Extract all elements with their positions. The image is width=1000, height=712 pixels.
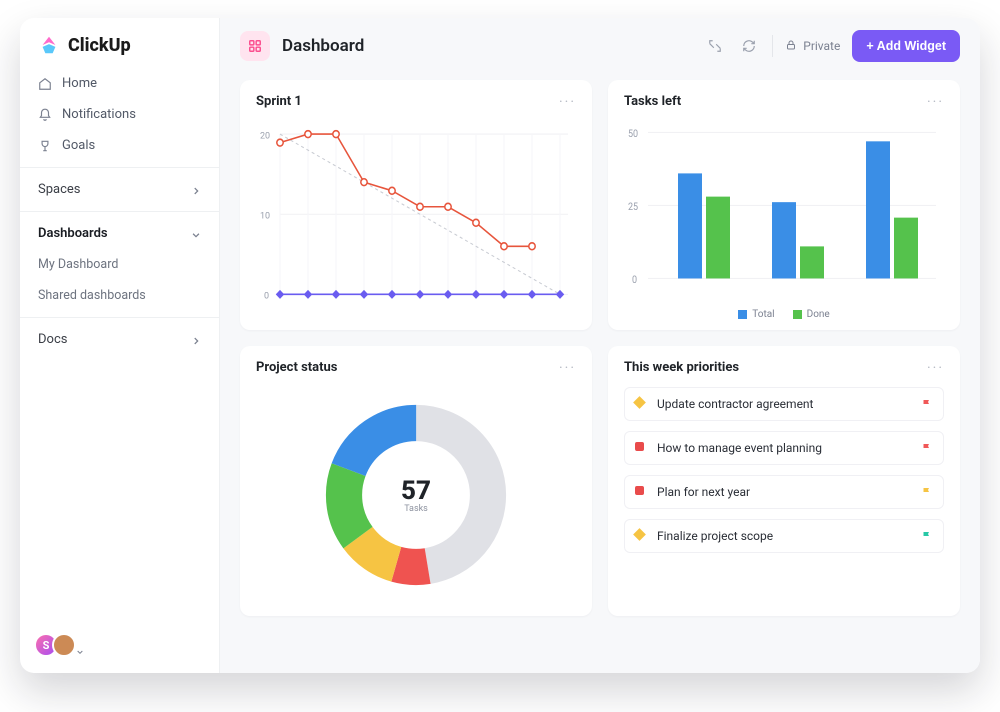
legend-total: Total	[752, 309, 774, 320]
brand-name: ClickUp	[68, 35, 131, 56]
priority-item[interactable]: Finalize project scope	[624, 519, 944, 553]
dashboard-chip-icon	[240, 31, 270, 61]
priority-item[interactable]: Update contractor agreement	[624, 387, 944, 421]
sidebar-section-docs[interactable]: Docs	[20, 324, 219, 355]
sidebar-item-label: Goals	[62, 138, 95, 153]
sidebar-section-dashboards[interactable]: Dashboards	[20, 218, 219, 249]
priority-icon	[635, 530, 647, 542]
svg-text:10: 10	[260, 210, 270, 221]
tasks-left-chart: 50 25 0	[624, 117, 944, 305]
donut-center: 57 Tasks	[401, 476, 431, 514]
home-icon	[38, 77, 52, 91]
priority-item[interactable]: Plan for next year	[624, 475, 944, 509]
flag-icon	[921, 530, 933, 542]
widget-project-status: Project status ··· 57 Tasks	[240, 346, 592, 616]
sidebar-item-home[interactable]: Home	[20, 68, 219, 99]
sidebar-footer: S	[20, 633, 219, 663]
widget-sprint-burndown: Sprint 1 ··· 20 10 0	[240, 80, 592, 330]
chevron-right-icon	[191, 335, 201, 345]
sidebar-section-spaces[interactable]: Spaces	[20, 174, 219, 205]
sidebar-item-notifications[interactable]: Notifications	[20, 99, 219, 130]
brand-logo[interactable]: ClickUp	[20, 34, 219, 68]
sidebar-section-label: Spaces	[38, 182, 81, 197]
widget-tasks-left: Tasks left ··· 50 25 0	[608, 80, 960, 330]
widget-week-priorities: This week priorities ··· Update contract…	[608, 346, 960, 616]
widget-menu-button[interactable]: ···	[927, 365, 944, 371]
sidebar-item-label: My Dashboard	[38, 257, 118, 272]
clickup-logo-icon	[38, 34, 60, 56]
chevron-down-icon[interactable]	[76, 641, 84, 649]
main: Dashboard Private + Add Widget	[220, 18, 980, 673]
sidebar-item-goals[interactable]: Goals	[20, 130, 219, 161]
svg-text:0: 0	[632, 274, 637, 286]
priority-label: Finalize project scope	[657, 529, 773, 543]
priority-label: Update contractor agreement	[657, 397, 813, 411]
privacy-toggle[interactable]: Private	[785, 39, 840, 54]
priority-icon	[635, 442, 647, 454]
add-widget-button[interactable]: + Add Widget	[852, 30, 960, 62]
svg-text:20: 20	[260, 130, 270, 141]
priority-label: Plan for next year	[657, 485, 750, 499]
priority-item[interactable]: How to manage event planning	[624, 431, 944, 465]
sidebar-item-shared-dashboards[interactable]: Shared dashboards	[20, 280, 219, 311]
sidebar: ClickUp Home Notifications Goals Spaces	[20, 18, 220, 673]
priorities-list: Update contractor agreement How to manag…	[624, 383, 944, 606]
project-status-chart: 57 Tasks	[256, 383, 576, 606]
privacy-label: Private	[803, 39, 840, 53]
widget-menu-button[interactable]: ···	[559, 99, 576, 105]
toolbar-separator	[772, 35, 773, 57]
sidebar-divider	[20, 167, 219, 168]
sidebar-item-label: Home	[62, 76, 97, 91]
sidebar-divider	[20, 317, 219, 318]
widget-title: Tasks left	[624, 94, 681, 109]
sidebar-item-my-dashboard[interactable]: My Dashboard	[20, 249, 219, 280]
sidebar-item-label: Shared dashboards	[38, 288, 146, 303]
page-title: Dashboard	[282, 36, 364, 56]
expand-button[interactable]	[704, 35, 726, 57]
priority-icon	[635, 398, 647, 410]
widget-menu-button[interactable]: ···	[927, 99, 944, 105]
dashboard-grid: Sprint 1 ··· 20 10 0	[220, 74, 980, 673]
flag-icon	[921, 398, 933, 410]
legend-done: Done	[807, 309, 830, 320]
toolbar: Dashboard Private + Add Widget	[220, 18, 980, 74]
refresh-button[interactable]	[738, 35, 760, 57]
sidebar-item-label: Notifications	[62, 107, 136, 122]
priority-label: How to manage event planning	[657, 441, 822, 455]
donut-value: 57	[401, 476, 431, 506]
burndown-chart: 20 10 0	[256, 117, 576, 320]
bell-icon	[38, 108, 52, 122]
svg-text:50: 50	[628, 129, 638, 141]
flag-icon	[921, 442, 933, 454]
trophy-icon	[38, 139, 52, 153]
lock-icon	[785, 39, 797, 54]
chevron-right-icon	[191, 185, 201, 195]
app-window: ClickUp Home Notifications Goals Spaces	[20, 18, 980, 673]
widget-title: Project status	[256, 360, 337, 375]
svg-text:25: 25	[628, 202, 638, 214]
sidebar-section-label: Docs	[38, 332, 67, 347]
widget-title: This week priorities	[624, 360, 739, 375]
widget-title: Sprint 1	[256, 94, 302, 109]
sidebar-section-label: Dashboards	[38, 226, 108, 241]
sidebar-divider	[20, 211, 219, 212]
chevron-down-icon	[191, 229, 201, 239]
flag-icon	[921, 486, 933, 498]
donut-label: Tasks	[401, 504, 431, 514]
avatar[interactable]	[52, 633, 76, 657]
svg-text:0: 0	[264, 290, 269, 301]
priority-icon	[635, 486, 647, 498]
widget-menu-button[interactable]: ···	[559, 365, 576, 371]
tasks-left-legend: Total Done	[624, 309, 944, 320]
